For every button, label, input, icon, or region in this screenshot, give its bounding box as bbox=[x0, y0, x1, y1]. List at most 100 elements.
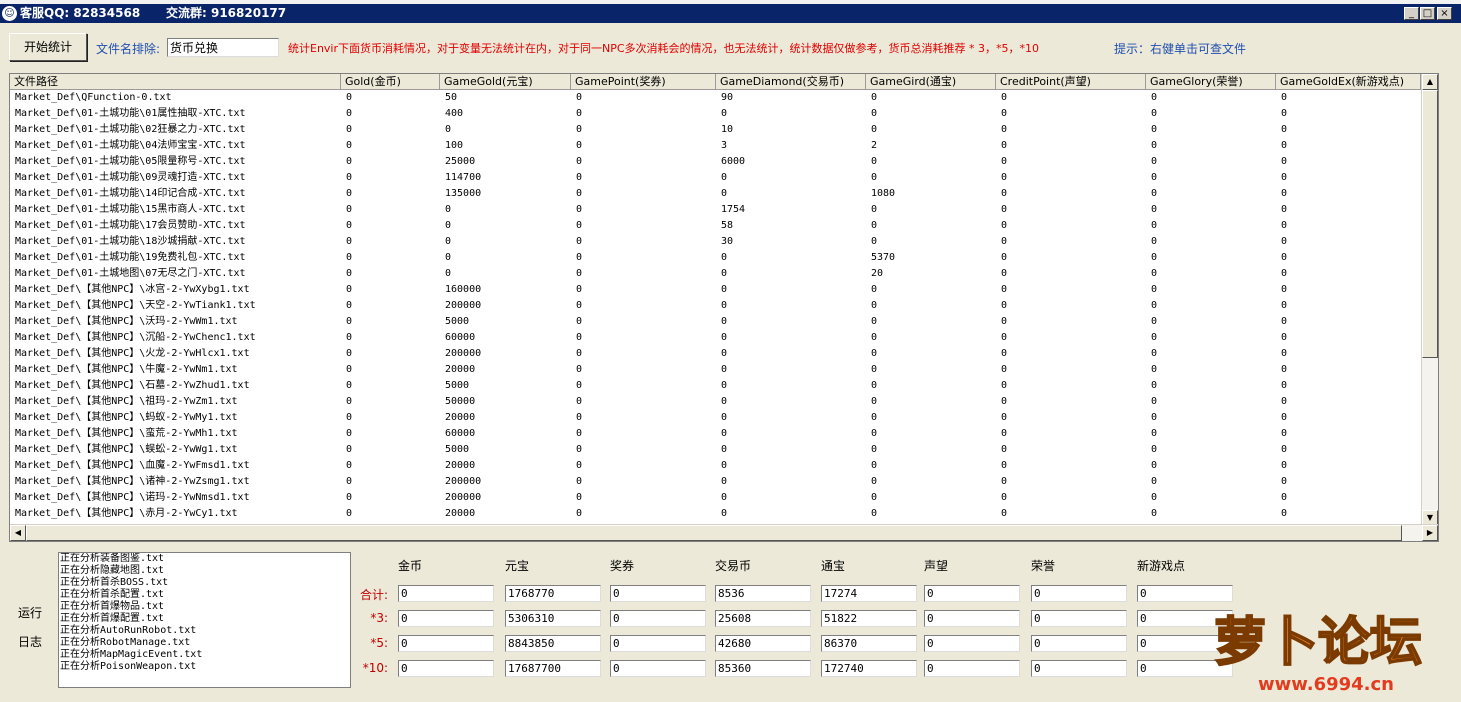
value-cell: 0 bbox=[1001, 412, 1008, 423]
table-row[interactable]: Market_Def\01-土城功能\17会员赞助-XTC.txt 0 0 0 58 0 0… bbox=[10, 218, 1421, 234]
stat-value-field[interactable]: 0 bbox=[610, 585, 706, 602]
stat-value-field[interactable]: 25608 bbox=[715, 610, 811, 627]
stat-value-field[interactable]: 172740 bbox=[821, 660, 917, 677]
log-line: 正在分析首爆配置.txt bbox=[60, 613, 165, 624]
stat-value-field[interactable]: 0 bbox=[610, 635, 706, 652]
table-row[interactable]: Market_Def\【其他NPC】\牛魔-2-YwNm1.txt 0 20000 0… bbox=[10, 362, 1421, 378]
stat-value-field[interactable]: 0 bbox=[610, 610, 706, 627]
value-cell: 0 bbox=[346, 108, 353, 119]
stat-value-field[interactable]: 0 bbox=[398, 635, 494, 652]
table-row[interactable]: Market_Def\【其他NPC】\沃玛-2-YwWm1.txt 0 5000 0 0… bbox=[10, 314, 1421, 330]
value-cell: 100 bbox=[445, 140, 464, 151]
stat-value-field[interactable]: 1768770 bbox=[505, 585, 601, 602]
exclude-input[interactable] bbox=[167, 38, 279, 57]
value-cell: 0 bbox=[1281, 188, 1288, 199]
stat-value-field[interactable]: 5306310 bbox=[505, 610, 601, 627]
column-header[interactable]: GameGird(通宝) bbox=[866, 74, 996, 90]
vertical-scroll-thumb[interactable] bbox=[1422, 90, 1438, 358]
value-cell: 0 bbox=[1001, 460, 1008, 471]
stat-value-field[interactable]: 0 bbox=[924, 660, 1020, 677]
stat-value-field[interactable]: 0 bbox=[610, 660, 706, 677]
table-row[interactable]: Market_Def\【其他NPC】\诺玛-2-YwNmsd1.txt 0 2000… bbox=[10, 490, 1421, 506]
column-header[interactable]: GameDiamond(交易币) bbox=[716, 74, 866, 90]
table-row[interactable]: Market_Def\01-土城功能\19免费礼包-XTC.txt 0 0 0 0 537… bbox=[10, 250, 1421, 266]
horizontal-scroll-thumb[interactable] bbox=[26, 525, 1402, 541]
stat-value-field[interactable]: 0 bbox=[398, 660, 494, 677]
stat-value-field[interactable]: 17274 bbox=[821, 585, 917, 602]
table-row[interactable]: Market_Def\01-土城功能\05限量称号-XTC.txt 0 25000 0… bbox=[10, 154, 1421, 170]
vertical-scrollbar[interactable]: ▲ ▼ bbox=[1421, 74, 1438, 526]
stat-value-field[interactable]: 0 bbox=[1031, 610, 1127, 627]
stat-value-field[interactable]: 0 bbox=[1031, 635, 1127, 652]
table-row[interactable]: Market_Def\【其他NPC】\天空-2-YwTiank1.txt 0 200… bbox=[10, 298, 1421, 314]
stat-value-field[interactable]: 8536 bbox=[715, 585, 811, 602]
log-line: 正在分析AutoRunRobot.txt bbox=[60, 625, 197, 636]
table-row[interactable]: Market_Def\【其他NPC】\冰宫-2-YwXybg1.txt 0 1600… bbox=[10, 282, 1421, 298]
table-row[interactable]: Market_Def\01-土城功能\01属性抽取-XTC.txt 0 400 0 0 0… bbox=[10, 106, 1421, 122]
stat-value-field[interactable]: 17687700 bbox=[505, 660, 601, 677]
value-cell: 0 bbox=[576, 124, 583, 135]
scroll-up-icon[interactable]: ▲ bbox=[1422, 74, 1438, 90]
value-cell: 0 bbox=[576, 492, 583, 503]
stat-value-field[interactable]: 0 bbox=[398, 610, 494, 627]
column-header[interactable]: GameGoldEx(新游戏点) bbox=[1276, 74, 1421, 90]
column-header[interactable]: 文件路径 bbox=[10, 74, 341, 90]
table-row[interactable]: Market_Def\【其他NPC】\石墓-2-YwZhud1.txt 0 5000… bbox=[10, 378, 1421, 394]
stat-value-field[interactable]: 0 bbox=[924, 610, 1020, 627]
log-line: 正在分析PoisonWeapon.txt bbox=[60, 661, 197, 672]
table-row[interactable]: Market_Def\01-土城地图\07无尽之门-XTC.txt 0 0 0 0 20 0… bbox=[10, 266, 1421, 282]
stat-value-field[interactable]: 0 bbox=[1031, 660, 1127, 677]
close-button[interactable]: × bbox=[1437, 7, 1452, 20]
column-header[interactable]: Gold(金币) bbox=[341, 74, 440, 90]
value-cell: 0 bbox=[346, 252, 353, 263]
table-row[interactable]: Market_Def\【其他NPC】\火龙-2-YwHlcx1.txt 0 2000… bbox=[10, 346, 1421, 362]
value-cell: 0 bbox=[576, 508, 583, 519]
table-row[interactable]: Market_Def\01-土城功能\02狂暴之力-XTC.txt 0 0 0 10 0 0… bbox=[10, 122, 1421, 138]
stat-value-field[interactable]: 0 bbox=[398, 585, 494, 602]
stat-value-field[interactable]: 8843850 bbox=[505, 635, 601, 652]
file-path-cell: Market_Def\【其他NPC】\冰宫-2-YwXybg1.txt bbox=[15, 284, 250, 295]
stat-value-field[interactable]: 85360 bbox=[715, 660, 811, 677]
horizontal-scrollbar[interactable]: ◀ ▶ bbox=[10, 524, 1438, 541]
table-row[interactable]: Market_Def\QFunction-0.txt 0 50 0 90 0 0 0 0 bbox=[10, 90, 1421, 106]
value-cell: 0 bbox=[346, 92, 353, 103]
table-row[interactable]: Market_Def\【其他NPC】\诸神-2-YwZsmg1.txt 0 2000… bbox=[10, 474, 1421, 490]
table-row[interactable]: Market_Def\01-土城功能\15黑市商人-XTC.txt 0 0 0 1754… bbox=[10, 202, 1421, 218]
table-row[interactable]: Market_Def\01-土城功能\09灵魂打造-XTC.txt 0 114700… bbox=[10, 170, 1421, 186]
value-cell: 0 bbox=[721, 508, 728, 519]
scroll-right-icon[interactable]: ▶ bbox=[1422, 525, 1438, 541]
table-row[interactable]: Market_Def\【其他NPC】\蚂蚁-2-YwMy1.txt 0 20000 0… bbox=[10, 410, 1421, 426]
stat-value-field[interactable]: 42680 bbox=[715, 635, 811, 652]
value-cell: 0 bbox=[871, 332, 878, 343]
stat-value-field[interactable]: 51822 bbox=[821, 610, 917, 627]
stat-value-field[interactable]: 86370 bbox=[821, 635, 917, 652]
minimize-button[interactable]: _ bbox=[1404, 7, 1419, 20]
table-row[interactable]: Market_Def\【其他NPC】\沉船-2-YwChenc1.txt 0 600… bbox=[10, 330, 1421, 346]
start-stat-button[interactable]: 开始统计 bbox=[9, 33, 87, 61]
maximize-button[interactable]: □ bbox=[1420, 7, 1435, 20]
table-row[interactable]: Market_Def\【其他NPC】\血魔-2-YwFmsd1.txt 0 2000… bbox=[10, 458, 1421, 474]
table-row[interactable]: Market_Def\【其他NPC】\祖玛-2-YwZm1.txt 0 50000 0… bbox=[10, 394, 1421, 410]
run-log[interactable]: 正在分析装备图鉴.txt 正在分析隐藏地图.txt 正在分析首杀BOSS.txt 正在… bbox=[58, 552, 351, 688]
table-row[interactable]: Market_Def\【其他NPC】\赤月-2-YwCy1.txt 0 20000 0… bbox=[10, 506, 1421, 522]
table-row[interactable]: Market_Def\01-土城功能\18沙城捐献-XTC.txt 0 0 0 30 0 0… bbox=[10, 234, 1421, 250]
column-header[interactable]: CreditPoint(声望) bbox=[996, 74, 1146, 90]
value-cell: 0 bbox=[871, 364, 878, 375]
table-row[interactable]: Market_Def\01-土城功能\04法师宝宝-XTC.txt 0 100 0 3 2… bbox=[10, 138, 1421, 154]
stat-value-field[interactable]: 0 bbox=[1031, 585, 1127, 602]
column-header[interactable]: GamePoint(奖券) bbox=[571, 74, 716, 90]
value-cell: 200000 bbox=[445, 300, 482, 311]
column-header[interactable]: GameGlory(荣誉) bbox=[1146, 74, 1276, 90]
value-cell: 0 bbox=[1281, 364, 1288, 375]
scroll-left-icon[interactable]: ◀ bbox=[10, 525, 26, 541]
stat-value-field[interactable]: 0 bbox=[924, 585, 1020, 602]
table-row[interactable]: Market_Def\【其他NPC】\蜈蚣-2-YwWg1.txt 0 5000 0 0… bbox=[10, 442, 1421, 458]
stat-value-field[interactable]: 0 bbox=[924, 635, 1020, 652]
value-cell: 114700 bbox=[445, 172, 482, 183]
table-row[interactable]: Market_Def\01-土城功能\14印记合成-XTC.txt 0 135000… bbox=[10, 186, 1421, 202]
value-cell: 0 bbox=[1151, 140, 1158, 151]
column-header[interactable]: GameGold(元宝) bbox=[440, 74, 571, 90]
table-row[interactable]: Market_Def\【其他NPC】\蛮荒-2-YwMh1.txt 0 60000 0… bbox=[10, 426, 1421, 442]
file-path-cell: Market_Def\【其他NPC】\诺玛-2-YwNmsd1.txt bbox=[15, 492, 250, 503]
file-table[interactable]: 文件路径 Gold(金币) GameGold(元宝) GamePoint(奖券) Gam… bbox=[9, 73, 1439, 542]
